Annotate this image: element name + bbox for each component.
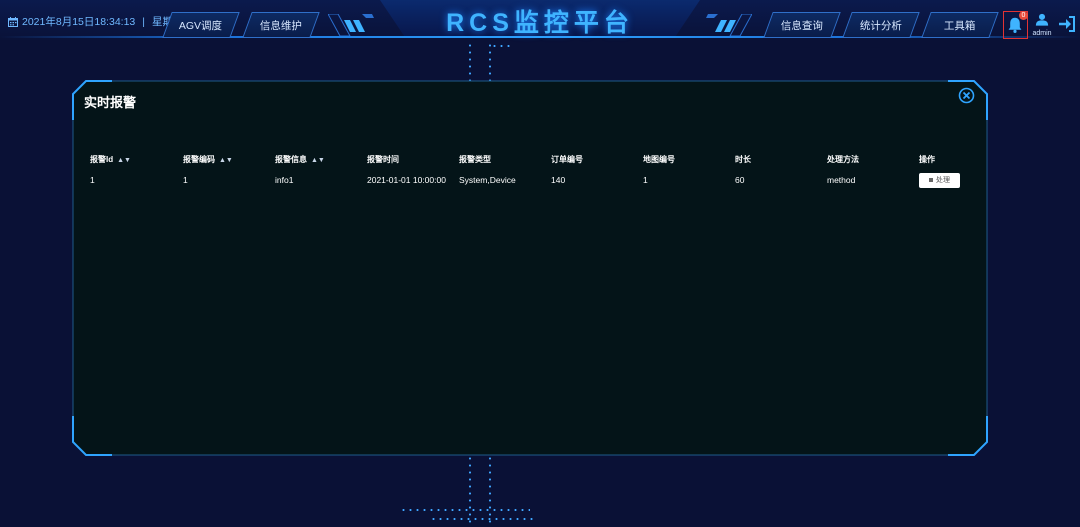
cell-alarm-id: 1 (90, 175, 95, 185)
logout-icon[interactable] (1058, 14, 1076, 34)
nav-toolbox[interactable]: 工具箱 (921, 12, 999, 38)
column-label: 报警编码 (183, 154, 215, 164)
stop-icon (929, 178, 933, 182)
column-header: 处理方法 (827, 154, 859, 164)
nav-info-maintenance[interactable]: 信息维护 (242, 12, 320, 38)
cell-duration: 60 (735, 175, 745, 185)
username: admin (1032, 30, 1052, 37)
cell-alarm-time: 2021-01-01 10:00:00 (367, 175, 446, 185)
cell-alarm-type: System,Device (459, 175, 516, 185)
separator: | (142, 15, 145, 28)
nav-label: AGV调度 (179, 19, 223, 32)
nav-label: 信息查询 (781, 19, 823, 32)
top-header: RCS监控平台 2021年8月15日18:34:13 | 星期日 AGV调度 信… (0, 0, 1080, 44)
modal-frame (72, 80, 988, 456)
column-label: 报警信息 (275, 154, 307, 164)
handle-button[interactable]: 处理 (919, 172, 960, 188)
column-header[interactable]: 报警编码 ▲▼ (179, 150, 271, 168)
cell-order-no: 140 (551, 175, 566, 185)
column-header: 地图编号 (643, 154, 675, 164)
column-header: 订单编号 (551, 154, 583, 164)
table-header-row: 报警Id ▲▼ 报警编码 ▲▼ 报警信息 ▲▼ 报警时间 报警类型 订单编号 地图编号… (86, 150, 986, 168)
column-label: 报警Id (90, 154, 114, 164)
decorative-slashes-icon (328, 14, 374, 36)
column-header: 时长 (735, 154, 751, 164)
cell-map-no: 1 (643, 175, 648, 185)
nav-statistics[interactable]: 统计分析 (842, 12, 920, 38)
nav-label: 统计分析 (860, 19, 902, 32)
user-menu[interactable]: admin (1031, 13, 1053, 37)
close-circle-icon[interactable] (958, 87, 975, 104)
column-header: 报警时间 (367, 154, 399, 164)
current-datetime: 2021年8月15日18:34:13 (22, 16, 136, 28)
column-header[interactable]: 报警信息 ▲▼ (271, 150, 363, 168)
user-icon (1035, 13, 1049, 26)
cell-alarm-info: info1 (275, 175, 294, 185)
nav-label: 工具箱 (944, 19, 976, 32)
decorative-dotted-line (491, 45, 511, 47)
sort-icon[interactable]: ▲▼ (219, 157, 233, 164)
handle-label: 处理 (936, 177, 950, 184)
column-header: 报警类型 (459, 154, 491, 164)
notification-bell-button[interactable]: 0 (1003, 11, 1028, 39)
decorative-dotted-line (430, 518, 534, 520)
table-row: 1 1 info1 2021-01-01 10:00:00 System,Dev… (86, 168, 986, 192)
realtime-alarm-modal: 实时报警 报警Id ▲▼ 报警编码 ▲▼ 报警信息 ▲▼ 报警时间 报警类型 订单编号… (72, 80, 988, 456)
decorative-dotted-line (400, 509, 530, 511)
column-header[interactable]: 报警Id ▲▼ (86, 150, 179, 168)
decorative-slashes-icon (706, 14, 752, 36)
alarm-table: 报警Id ▲▼ 报警编码 ▲▼ 报警信息 ▲▼ 报警时间 报警类型 订单编号 地图编号… (86, 150, 986, 192)
page-title: RCS监控平台 (446, 9, 634, 37)
modal-title: 实时报警 (84, 95, 137, 110)
calendar-icon (8, 16, 18, 27)
column-header: 操作 (919, 154, 935, 164)
nav-label: 信息维护 (260, 19, 302, 32)
sort-icon[interactable]: ▲▼ (311, 157, 325, 164)
datetime-display: 2021年8月15日18:34:13 | 星期日 (8, 14, 183, 29)
cell-method: method (827, 175, 856, 185)
nav-agv-dispatch[interactable]: AGV调度 (162, 12, 240, 38)
cell-alarm-code: 1 (183, 175, 188, 185)
notification-badge: 0 (1019, 11, 1028, 20)
nav-info-query[interactable]: 信息查询 (763, 12, 841, 38)
sort-icon[interactable]: ▲▼ (117, 157, 131, 164)
cell-action: 处理 (915, 168, 986, 192)
